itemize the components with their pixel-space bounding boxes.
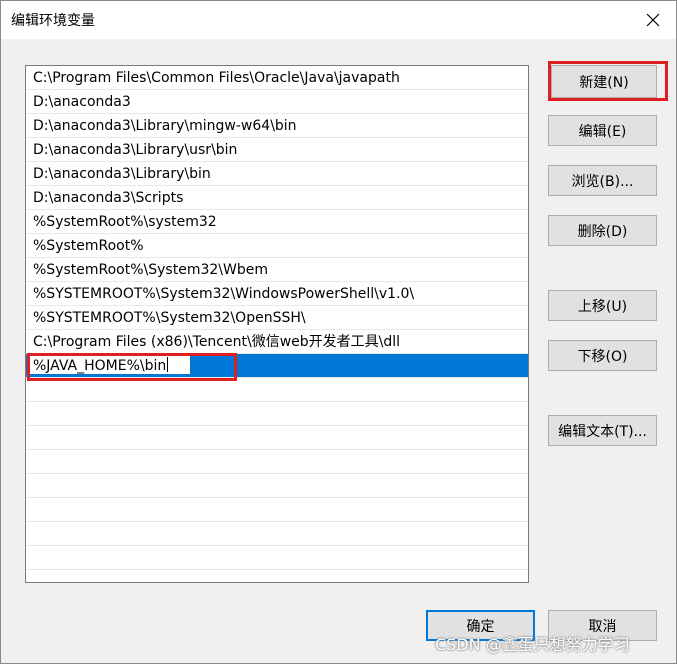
- list-item[interactable]: %SystemRoot%\system32: [26, 210, 528, 234]
- empty-row[interactable]: [26, 402, 528, 426]
- close-button[interactable]: [630, 1, 676, 39]
- window-title: 编辑环境变量: [11, 13, 95, 29]
- close-icon: [646, 13, 660, 27]
- empty-row[interactable]: [26, 498, 528, 522]
- edit-env-variable-dialog: 编辑环境变量 C:\Program Files\Common Files\Ora…: [0, 0, 677, 664]
- edit-button[interactable]: 编辑(E): [548, 115, 657, 146]
- list-item[interactable]: %SYSTEMROOT%\System32\WindowsPowerShell\…: [26, 282, 528, 306]
- list-item[interactable]: D:\anaconda3\Library\bin: [26, 162, 528, 186]
- list-item[interactable]: %SystemRoot%\System32\Wbem: [26, 258, 528, 282]
- watermark: CSDN @鑫蛋只想努力学习: [435, 635, 630, 654]
- list-item[interactable]: D:\anaconda3: [26, 90, 528, 114]
- title-bar: 编辑环境变量: [1, 1, 676, 39]
- list-item[interactable]: D:\anaconda3\Library\mingw-w64\bin: [26, 114, 528, 138]
- list-item[interactable]: %SYSTEMROOT%\System32\OpenSSH\: [26, 306, 528, 330]
- text-caret: [167, 357, 169, 372]
- empty-row[interactable]: [26, 378, 528, 402]
- empty-row[interactable]: [26, 450, 528, 474]
- list-item[interactable]: D:\anaconda3\Library\usr\bin: [26, 138, 528, 162]
- browse-button[interactable]: 浏览(B)...: [548, 165, 657, 196]
- delete-button[interactable]: 删除(D): [548, 215, 657, 246]
- empty-row[interactable]: [26, 546, 528, 570]
- edit-text-button[interactable]: 编辑文本(T)...: [548, 415, 657, 446]
- list-item-editing[interactable]: %JAVA_HOME%\bin: [26, 354, 528, 378]
- empty-row[interactable]: [26, 522, 528, 546]
- move-up-button[interactable]: 上移(U): [548, 290, 657, 321]
- empty-row[interactable]: [26, 474, 528, 498]
- move-down-button[interactable]: 下移(O): [548, 340, 657, 371]
- list-item[interactable]: C:\Program Files\Common Files\Oracle\Jav…: [26, 66, 528, 90]
- list-item[interactable]: %SystemRoot%: [26, 234, 528, 258]
- list-item[interactable]: C:\Program Files (x86)\Tencent\微信web开发者工…: [26, 330, 528, 354]
- path-edit-value: %JAVA_HOME%\bin: [33, 358, 167, 374]
- path-edit-input[interactable]: %JAVA_HOME%\bin: [30, 356, 190, 374]
- path-list[interactable]: C:\Program Files\Common Files\Oracle\Jav…: [25, 65, 529, 583]
- new-button[interactable]: 新建(N): [551, 65, 657, 98]
- list-item[interactable]: D:\anaconda3\Scripts: [26, 186, 528, 210]
- empty-row[interactable]: [26, 426, 528, 450]
